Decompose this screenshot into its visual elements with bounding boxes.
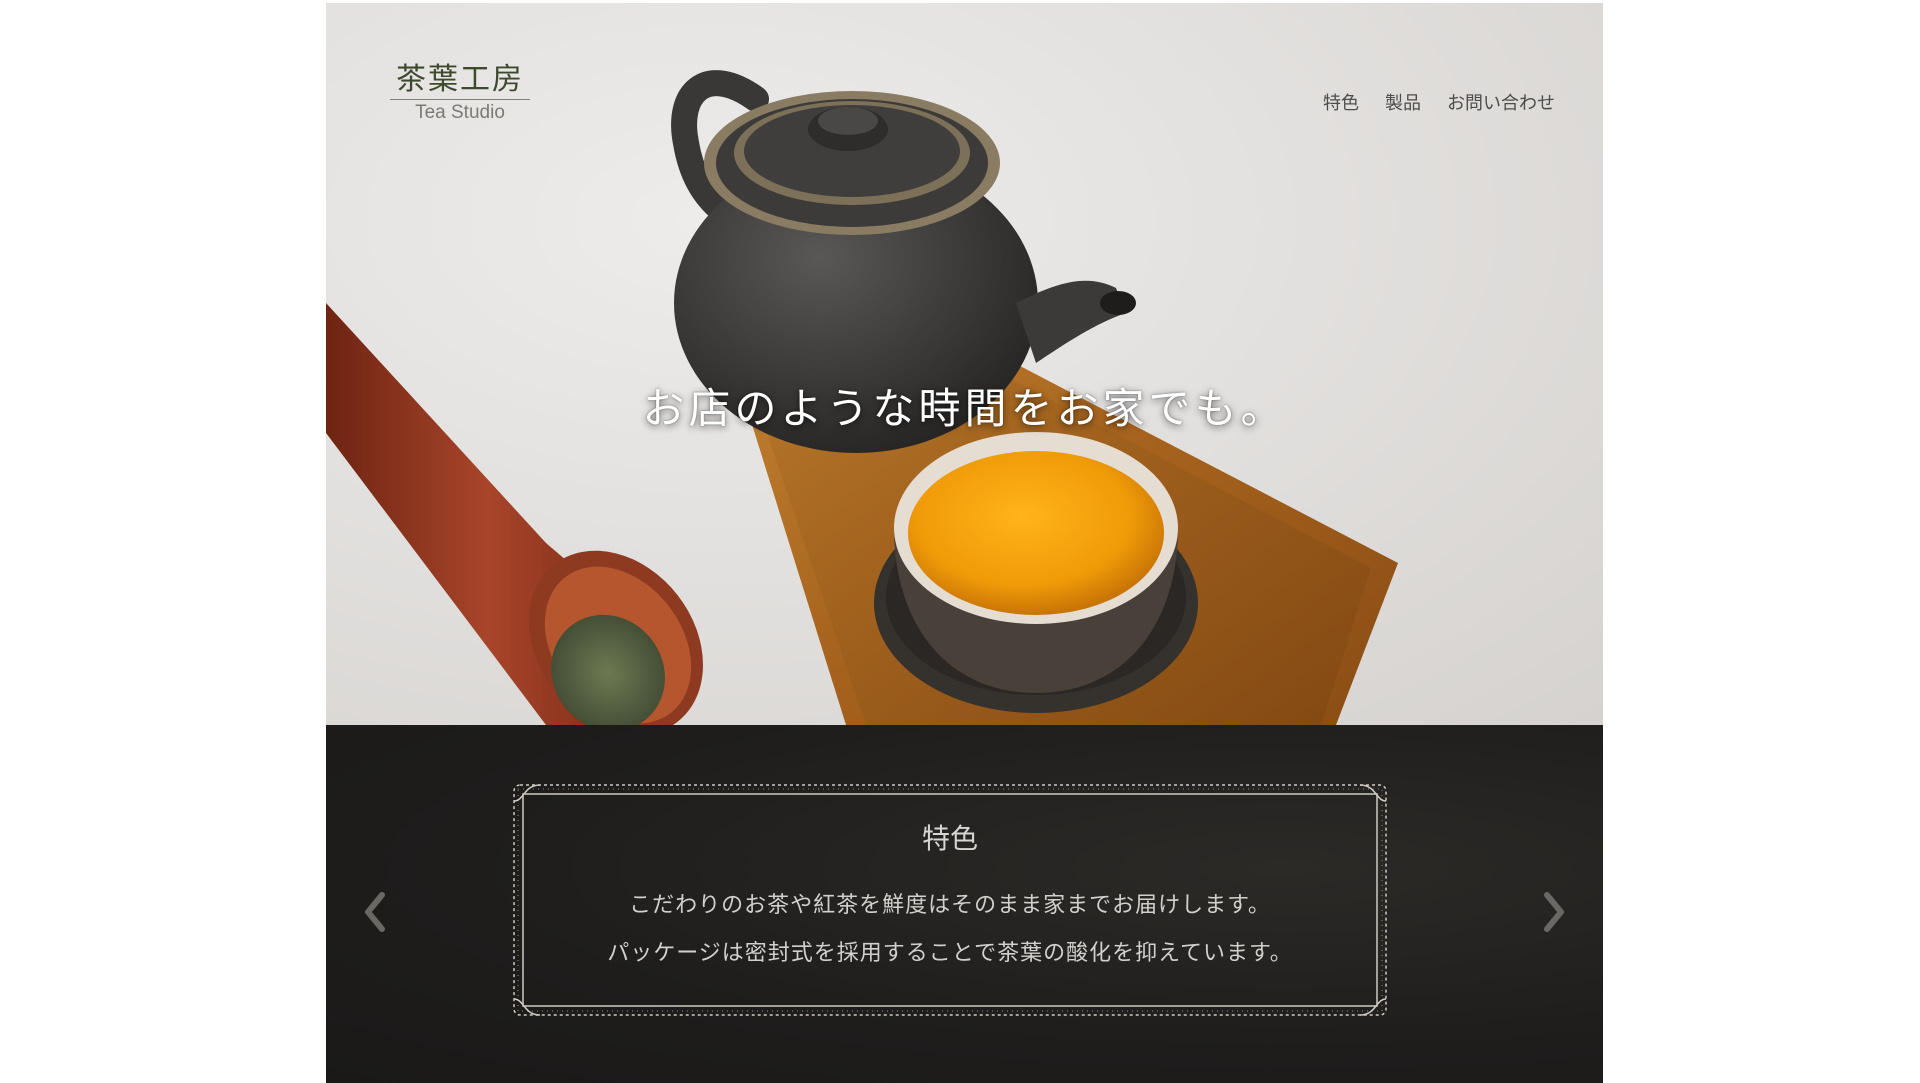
carousel-next-button[interactable] [1533, 887, 1573, 937]
page: 茶葉工房 Tea Studio 特色 製品 お問い合わせ お店のような時間をお家… [326, 3, 1603, 1083]
main-nav: 特色 製品 お問い合わせ [1323, 89, 1555, 115]
brand-logo[interactable]: 茶葉工房 Tea Studio [390, 63, 530, 124]
nav-item-products[interactable]: 製品 [1385, 89, 1421, 115]
chevron-right-icon [1544, 892, 1564, 932]
brand-name-ja: 茶葉工房 [390, 63, 530, 100]
feature-description-line-1: こだわりのお茶や紅茶を鮮度はそのまま家までお届けします。 [629, 893, 1271, 918]
chevron-left-icon [365, 892, 385, 932]
carousel-prev-button[interactable] [356, 887, 396, 937]
feature-section: 特色 こだわりのお茶や紅茶を鮮度はそのまま家までお届けします。 パッケージは密封… [326, 725, 1603, 1083]
feature-heading: 特色 [921, 822, 978, 855]
feature-frame: 特色 こだわりのお茶や紅茶を鮮度はそのまま家までお届けします。 パッケージは密封… [510, 781, 1390, 1019]
hero: 茶葉工房 Tea Studio 特色 製品 お問い合わせ お店のような時間をお家… [326, 3, 1603, 725]
feature-description-line-2: パッケージは密封式を採用することで茶葉の酸化を抑えています。 [607, 941, 1293, 966]
nav-item-contact[interactable]: お問い合わせ [1447, 89, 1555, 115]
nav-item-features[interactable]: 特色 [1323, 89, 1359, 115]
brand-name-en: Tea Studio [415, 102, 505, 123]
hero-title: お店のような時間をお家でも。 [642, 384, 1287, 433]
